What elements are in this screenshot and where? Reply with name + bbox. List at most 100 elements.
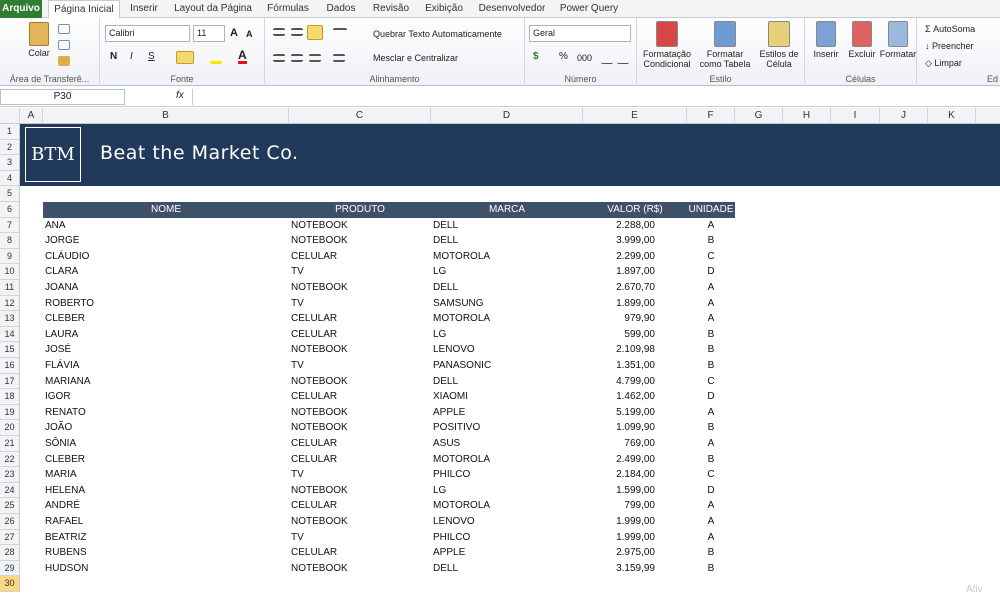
clear-button[interactable]: ◇ Limpar	[925, 58, 962, 68]
row-header-12[interactable]: 12	[0, 295, 20, 312]
column-header-g[interactable]: G	[735, 108, 783, 124]
cell-nome[interactable]: ANA	[45, 218, 285, 234]
cell-valor[interactable]: 599,00	[583, 327, 655, 343]
cell-marca[interactable]: APPLE	[433, 545, 581, 561]
cell-nome[interactable]: JORGE	[45, 233, 285, 249]
cell-marca[interactable]: POSITIVO	[433, 420, 581, 436]
cell-nome[interactable]: RUBENS	[45, 545, 285, 561]
row-header-29[interactable]: 29	[0, 560, 20, 577]
cell-unidade[interactable]: B	[687, 452, 735, 468]
wrap-text-button[interactable]: Quebrar Texto Automaticamente	[373, 29, 502, 39]
column-header-c[interactable]: C	[289, 108, 431, 124]
cell-nome[interactable]: IGOR	[45, 389, 285, 405]
cell-unidade[interactable]: A	[687, 405, 735, 421]
cell-nome[interactable]: RENATO	[45, 405, 285, 421]
cell-nome[interactable]: BEATRIZ	[45, 530, 285, 546]
column-header-h[interactable]: H	[783, 108, 831, 124]
row-header-14[interactable]: 14	[0, 326, 20, 343]
cell-unidade[interactable]: D	[687, 389, 735, 405]
italic-button[interactable]: I	[130, 52, 133, 62]
cell-produto[interactable]: CELULAR	[291, 389, 429, 405]
cell-valor[interactable]: 1.599,00	[583, 483, 655, 499]
accounting-format-button[interactable]: $	[533, 52, 539, 62]
header-unidade[interactable]: UNIDADE	[687, 202, 735, 218]
tab-formulas[interactable]: Fórmulas	[262, 0, 314, 18]
cell-nome[interactable]: ANDRÉ	[45, 498, 285, 514]
cell-marca[interactable]: DELL	[433, 233, 581, 249]
column-header-d[interactable]: D	[431, 108, 583, 124]
decrease-decimal-icon[interactable]	[617, 52, 629, 64]
thousands-format-button[interactable]: 000	[577, 53, 592, 63]
row-header-27[interactable]: 27	[0, 529, 20, 546]
cell-produto[interactable]: NOTEBOOK	[291, 514, 429, 530]
cell-produto[interactable]: TV	[291, 264, 429, 280]
number-format-select[interactable]: Geral	[529, 25, 631, 42]
row-header-24[interactable]: 24	[0, 482, 20, 499]
cell-produto[interactable]: NOTEBOOK	[291, 561, 429, 577]
tab-desenvolvedor[interactable]: Desenvolvedor	[474, 0, 550, 18]
row-header-9[interactable]: 9	[0, 248, 20, 265]
cell-marca[interactable]: PHILCO	[433, 467, 581, 483]
cell-unidade[interactable]: B	[687, 342, 735, 358]
cell-unidade[interactable]: A	[687, 514, 735, 530]
cell-marca[interactable]: DELL	[433, 374, 581, 390]
cell-marca[interactable]: PANASONIC	[433, 358, 581, 374]
cell-nome[interactable]: ROBERTO	[45, 296, 285, 312]
row-header-23[interactable]: 23	[0, 467, 20, 483]
tab-pagina-inicial[interactable]: Página Inicial	[48, 0, 120, 19]
align-top-icon[interactable]	[273, 28, 285, 36]
cell-marca[interactable]: PHILCO	[433, 530, 581, 546]
row-header-8[interactable]: 8	[0, 233, 20, 249]
cell-marca[interactable]: MOTOROLA	[433, 452, 581, 468]
indent-icon[interactable]	[333, 54, 345, 62]
row-header-22[interactable]: 22	[0, 451, 20, 468]
cell-nome[interactable]: JOANA	[45, 280, 285, 296]
cell-valor[interactable]: 1.897,00	[583, 264, 655, 280]
cell-nome[interactable]: SÔNIA	[45, 436, 285, 452]
row-header-2[interactable]: 2	[0, 139, 20, 156]
merge-center-button[interactable]: Mesclar e Centralizar	[373, 53, 458, 63]
cell-unidade[interactable]: A	[687, 296, 735, 312]
cell-produto[interactable]: NOTEBOOK	[291, 218, 429, 234]
align-right-icon[interactable]	[309, 54, 321, 62]
column-header-k[interactable]: K	[928, 108, 976, 124]
column-header-f[interactable]: F	[687, 108, 735, 124]
cell-nome[interactable]: MARIA	[45, 467, 285, 483]
cell-produto[interactable]: CELULAR	[291, 436, 429, 452]
cell-unidade[interactable]: C	[687, 249, 735, 265]
row-header-25[interactable]: 25	[0, 498, 20, 514]
cell-nome[interactable]: RAFAEL	[45, 514, 285, 530]
cell-unidade[interactable]: A	[687, 311, 735, 327]
column-header-i[interactable]: I	[831, 108, 880, 124]
row-header-13[interactable]: 13	[0, 311, 20, 327]
cell-marca[interactable]: XIAOMI	[433, 389, 581, 405]
cell-valor[interactable]: 1.099,90	[583, 420, 655, 436]
cell-valor[interactable]: 1.351,00	[583, 358, 655, 374]
align-middle-icon[interactable]	[291, 28, 303, 36]
cell-produto[interactable]: CELULAR	[291, 249, 429, 265]
row-header-11[interactable]: 11	[0, 280, 20, 296]
cell-produto[interactable]: CELULAR	[291, 311, 429, 327]
cell-unidade[interactable]: B	[687, 420, 735, 436]
spreadsheet-grid[interactable]: A B C D E F G H I J K 1 2 3 4 5 6 7 8 9 10 11 12 13 1…	[0, 108, 1000, 595]
cell-marca[interactable]: MOTOROLA	[433, 498, 581, 514]
cell-valor[interactable]: 5.199,00	[583, 405, 655, 421]
format-painter-icon[interactable]	[58, 56, 70, 66]
row-header-10[interactable]: 10	[0, 264, 20, 280]
percent-format-button[interactable]: %	[559, 52, 568, 62]
copy-icon[interactable]	[58, 40, 70, 50]
cell-nome[interactable]: MARIANA	[45, 374, 285, 390]
cell-marca[interactable]: DELL	[433, 561, 581, 577]
cell-produto[interactable]: NOTEBOOK	[291, 342, 429, 358]
row-header-5[interactable]: 5	[0, 186, 20, 202]
cell-valor[interactable]: 2.499,00	[583, 452, 655, 468]
tab-inserir[interactable]: Inserir	[124, 0, 164, 18]
insert-cells-button[interactable]: Inserir	[809, 21, 843, 59]
cell-unidade[interactable]: A	[687, 498, 735, 514]
cell-unidade[interactable]: B	[687, 358, 735, 374]
cell-nome[interactable]: LAURA	[45, 327, 285, 343]
format-cells-button[interactable]: Formatar	[879, 21, 917, 59]
grow-font-icon[interactable]: A	[230, 28, 238, 39]
tab-power-query[interactable]: Power Query	[556, 0, 622, 18]
row-header-20[interactable]: 20	[0, 420, 20, 436]
